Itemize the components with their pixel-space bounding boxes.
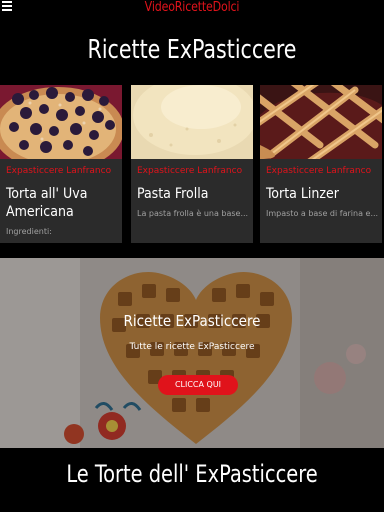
recipe-excerpt: Impasto a base di farina e... [266, 209, 378, 218]
recipe-image-torta-linzer[interactable] [260, 85, 382, 159]
hero-banner: Ricette ExPasticcere Tutte le ricette Ex… [0, 258, 384, 448]
hero-subtitle: Tutte le ricette ExPasticcere [129, 342, 255, 352]
footer-section-title: Le Torte dell' ExPasticcere [66, 460, 318, 488]
recipe-title[interactable]: Torta Linzer [266, 185, 380, 203]
recipe-category[interactable]: Expasticcere Lanfranco [137, 166, 242, 176]
site-brand[interactable]: VideoRicetteDolci [29, 0, 355, 15]
top-bar: VideoRicetteDolci [0, 0, 384, 22]
recipe-excerpt: Ingredienti: [6, 227, 52, 236]
recipe-card-pasta-frolla[interactable]: Expasticcere Lanfranco Pasta Frolla La p… [131, 85, 253, 243]
recipe-title[interactable]: Pasta Frolla [137, 185, 251, 203]
clicca-qui-button[interactable]: CLICCA QUI [158, 375, 238, 395]
recipe-category[interactable]: Expasticcere Lanfranco [6, 166, 111, 176]
hero-title: Ricette ExPasticcere [123, 312, 261, 330]
hamburger-menu-icon[interactable] [2, 1, 12, 11]
recipe-card-torta-uva[interactable]: Expasticcere Lanfranco Torta all' Uva Am… [0, 85, 122, 243]
recipe-card-torta-linzer[interactable]: Expasticcere Lanfranco Torta Linzer Impa… [260, 85, 382, 243]
recipe-image-torta-uva[interactable] [0, 85, 122, 159]
recipe-title[interactable]: Torta all' Uva Americana [6, 185, 120, 221]
section-title: Ricette ExPasticcere [87, 35, 297, 65]
recipe-excerpt: La pasta frolla è una base... [137, 209, 249, 218]
recipe-category[interactable]: Expasticcere Lanfranco [266, 166, 371, 176]
recipe-image-pasta-frolla[interactable] [131, 85, 253, 159]
